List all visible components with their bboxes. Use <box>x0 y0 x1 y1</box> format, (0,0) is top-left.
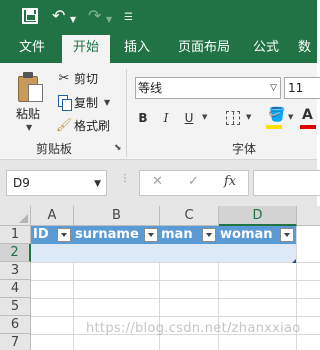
format-painter-icon: 🖌 <box>55 117 73 133</box>
cut-button[interactable]: ✂ 剪切 <box>56 69 98 87</box>
filter-dropdown-icon[interactable] <box>57 228 71 242</box>
paste-icon[interactable] <box>16 72 44 102</box>
underline-button[interactable]: U <box>180 109 198 127</box>
enter-icon[interactable]: ✓ <box>188 174 199 189</box>
chevron-down-icon[interactable]: ▼ <box>94 172 101 196</box>
clipboard-group-label: 剪贴板 <box>36 142 73 156</box>
filter-dropdown-icon[interactable] <box>280 228 294 242</box>
cut-label: 剪切 <box>74 71 99 86</box>
table-header-row: ID surname man woman <box>31 226 296 244</box>
tab-page-layout[interactable]: 页面布局 <box>168 32 240 63</box>
gridline <box>31 280 320 281</box>
name-box[interactable]: D9 ▼ <box>6 170 107 196</box>
tab-data[interactable]: 数 <box>298 32 317 63</box>
gridline <box>31 316 320 317</box>
watermark: https://blog.csdn.net/zhanxxiao <box>86 321 301 336</box>
copy-label: 复制 <box>74 95 99 110</box>
row-header[interactable]: 7 <box>0 334 31 350</box>
paste-dropdown-icon[interactable]: ▼ <box>26 123 32 132</box>
worksheet-grid[interactable]: A B C D 1 2 3 4 5 6 7 ID surname man wom… <box>0 206 320 350</box>
header-man: man <box>161 227 193 242</box>
title-bar: ↶ ▼ ↷ ▼ ☰ <box>0 0 317 32</box>
row-header[interactable]: 4 <box>0 280 31 298</box>
fill-color-swatch <box>266 125 282 129</box>
gridline <box>31 298 320 299</box>
copy-dropdown-icon[interactable]: ▼ <box>104 98 110 107</box>
cancel-icon[interactable]: ✕ <box>152 174 163 189</box>
font-group-label: 字体 <box>232 142 257 156</box>
column-header[interactable] <box>297 206 320 226</box>
undo-dropdown-icon[interactable]: ▼ <box>70 11 76 29</box>
borders-dropdown-icon[interactable]: ▼ <box>246 113 251 121</box>
format-painter-button[interactable]: 🖌 格式刷 <box>56 116 110 134</box>
tab-file[interactable]: 文件 <box>8 32 56 63</box>
name-box-value: D9 <box>13 176 30 190</box>
row-header[interactable]: 6 <box>0 316 31 334</box>
tab-home[interactable]: 开始 <box>62 35 110 63</box>
column-header[interactable]: B <box>74 206 160 226</box>
ribbon: 粘贴 ▼ ✂ 剪切 复制 ▼ 🖌 格式刷 剪贴板 ⬊ 等线 ▽ 11 B I U… <box>0 63 320 160</box>
column-header[interactable]: A <box>31 206 74 226</box>
gridline <box>31 262 320 263</box>
paste-button-label[interactable]: 粘贴 <box>16 105 40 122</box>
header-id: ID <box>33 227 49 242</box>
borders-icon[interactable] <box>226 111 240 125</box>
tab-formulas[interactable]: 公式 <box>244 32 288 63</box>
select-all-button[interactable] <box>0 206 31 226</box>
font-name-combo[interactable]: 等线 ▽ <box>135 77 281 99</box>
chevron-down-icon[interactable]: ▽ <box>270 78 277 98</box>
column-header[interactable]: C <box>160 206 219 226</box>
font-color-icon[interactable]: A <box>302 107 313 123</box>
row-header[interactable]: 3 <box>0 262 31 280</box>
header-woman: woman <box>220 227 273 242</box>
fill-color-icon[interactable]: 🪣 <box>268 107 285 123</box>
undo-icon[interactable]: ↶ <box>52 7 65 25</box>
column-header-selected[interactable]: D <box>219 206 297 226</box>
formula-input[interactable] <box>253 170 320 196</box>
format-painter-label: 格式刷 <box>74 118 111 133</box>
formula-bar-splitter-icon[interactable]: ⋮ <box>120 173 130 184</box>
row-header[interactable]: 5 <box>0 298 31 316</box>
formula-buttons: ✕ ✓ fx <box>139 170 249 196</box>
row-header[interactable]: 1 <box>0 226 31 244</box>
clipboard-launcher-icon[interactable]: ⬊ <box>114 143 122 153</box>
font-name-value: 等线 <box>138 81 163 95</box>
copy-button[interactable]: 复制 ▼ <box>56 93 110 111</box>
insert-function-icon[interactable]: fx <box>224 174 236 189</box>
ribbon-divider <box>126 69 127 157</box>
table-data-row[interactable] <box>31 244 296 262</box>
formula-bar: D9 ▼ ⋮ ✕ ✓ fx <box>0 160 320 206</box>
bold-button[interactable]: B <box>134 109 152 127</box>
customize-quick-access-icon[interactable]: ☰ <box>124 9 133 27</box>
redo-icon[interactable]: ↷ <box>88 7 101 25</box>
row-header-selected[interactable]: 2 <box>0 244 31 262</box>
header-surname: surname <box>75 227 139 242</box>
scissors-icon: ✂ <box>58 70 70 86</box>
table-resize-handle[interactable] <box>292 259 296 263</box>
tab-insert[interactable]: 插入 <box>114 32 160 63</box>
underline-dropdown-icon[interactable]: ▼ <box>202 113 207 121</box>
font-size-value: 11 <box>288 81 304 95</box>
ribbon-tabs: 文件 开始 插入 页面布局 公式 数 <box>0 32 317 63</box>
italic-button[interactable]: I <box>157 109 175 127</box>
redo-dropdown-icon[interactable]: ▼ <box>106 11 112 29</box>
filter-dropdown-icon[interactable] <box>202 228 216 242</box>
font-color-swatch <box>300 125 316 129</box>
copy-icon <box>56 94 72 111</box>
font-size-combo[interactable]: 11 <box>284 77 320 99</box>
save-icon[interactable] <box>22 8 38 24</box>
filter-dropdown-icon[interactable] <box>144 228 158 242</box>
fill-color-dropdown-icon[interactable]: ▼ <box>288 113 293 121</box>
